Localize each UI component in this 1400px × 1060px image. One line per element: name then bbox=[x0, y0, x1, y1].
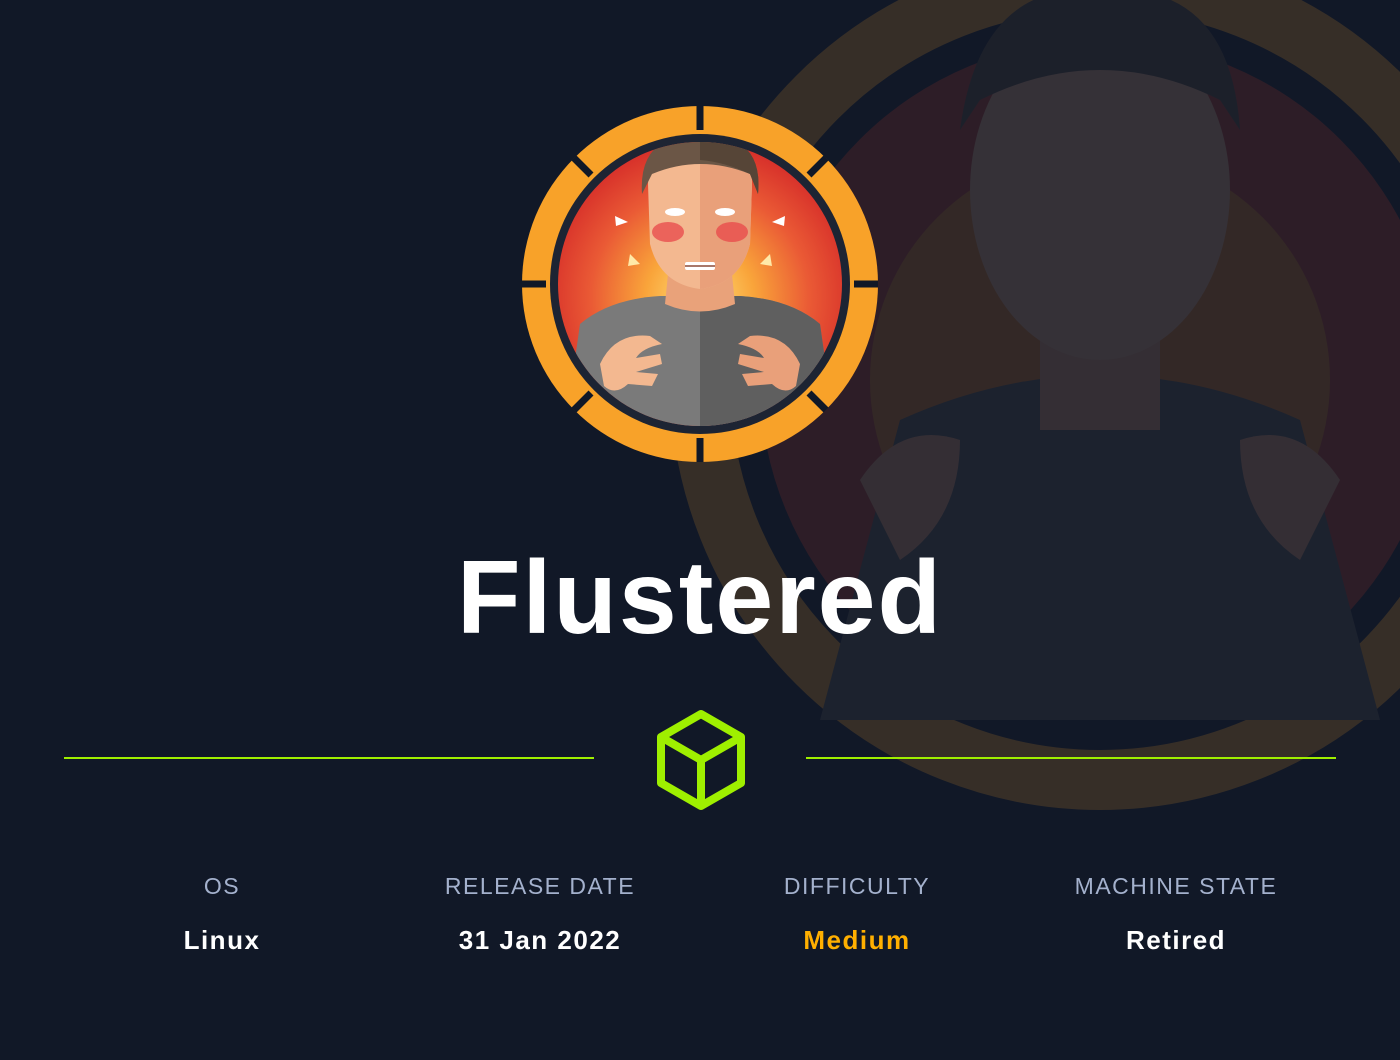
stat-difficulty: DIFFICULTY Medium bbox=[697, 870, 1017, 956]
stat-os-label: OS bbox=[203, 873, 241, 899]
stat-release-date: RELEASE DATE 31 Jan 2022 bbox=[380, 870, 700, 956]
cube-icon bbox=[657, 710, 745, 810]
stat-machine-state-label: MACHINE STATE bbox=[1074, 873, 1278, 899]
machine-name: Flustered bbox=[456, 540, 944, 656]
divider-left bbox=[64, 757, 594, 759]
stat-difficulty-label: DIFFICULTY bbox=[783, 873, 931, 899]
stat-machine-state: MACHINE STATE Retired bbox=[1016, 870, 1336, 956]
machine-avatar bbox=[522, 106, 878, 462]
stat-difficulty-value: Medium bbox=[803, 925, 911, 955]
stat-os: OS Linux bbox=[62, 870, 382, 956]
stat-release-date-value: 31 Jan 2022 bbox=[458, 925, 622, 955]
stat-machine-state-value: Retired bbox=[1125, 925, 1227, 955]
stat-os-value: Linux bbox=[183, 925, 261, 955]
stat-release-date-label: RELEASE DATE bbox=[444, 873, 636, 899]
divider-right bbox=[806, 757, 1336, 759]
